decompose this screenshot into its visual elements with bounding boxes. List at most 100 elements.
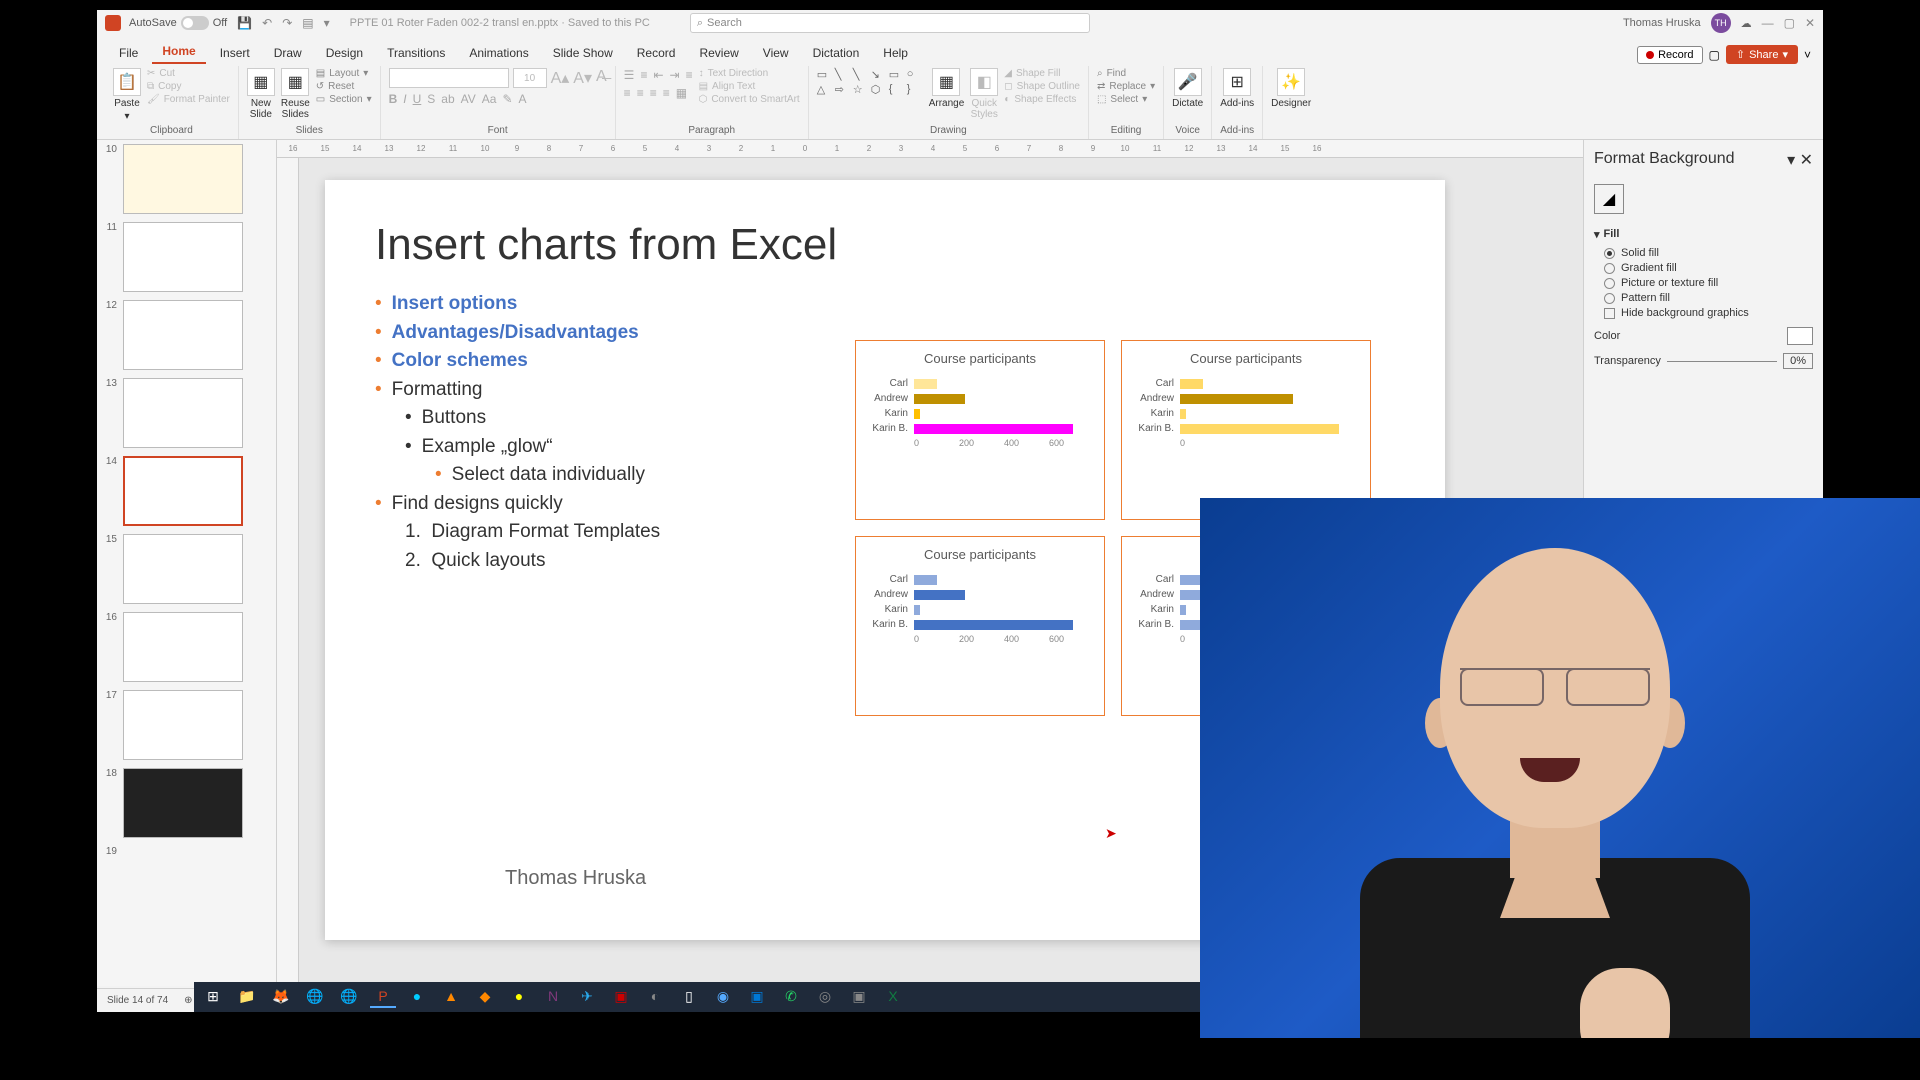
transparency-value[interactable]: 0% xyxy=(1783,353,1813,369)
onenote-icon[interactable]: N xyxy=(540,986,566,1008)
format-painter-button[interactable]: 🖌Format Painter xyxy=(147,94,230,105)
app4-icon[interactable]: ▣ xyxy=(608,986,634,1008)
clear-format-icon[interactable]: A̶ xyxy=(596,68,607,88)
radio-gradient[interactable]: Gradient fill xyxy=(1604,262,1813,274)
italic-icon[interactable]: I xyxy=(403,92,406,106)
thumbnail-11[interactable] xyxy=(123,222,243,292)
shape-outline-button[interactable]: ◻Shape Outline xyxy=(1004,81,1080,92)
spacing-icon[interactable]: AV xyxy=(461,92,476,106)
app5-icon[interactable]: ◐ xyxy=(642,986,668,1008)
font-name-input[interactable] xyxy=(389,68,509,88)
shape-star-icon[interactable]: ☆ xyxy=(853,83,869,96)
dictate-button[interactable]: 🎤Dictate xyxy=(1172,68,1203,109)
tab-insert[interactable]: Insert xyxy=(210,42,260,64)
numbering-icon[interactable]: ≡ xyxy=(640,68,647,82)
align-center-icon[interactable]: ≡ xyxy=(637,86,644,100)
font-size-input[interactable] xyxy=(513,68,547,88)
record-button[interactable]: Record xyxy=(1637,46,1702,64)
whatsapp-icon[interactable]: ✆ xyxy=(778,986,804,1008)
thumbnail-16[interactable] xyxy=(123,612,243,682)
underline-icon[interactable]: U xyxy=(413,92,422,106)
close-icon[interactable]: ✕ xyxy=(1800,152,1813,169)
highlight-icon[interactable]: ✎ xyxy=(502,92,512,106)
text-direction-button[interactable]: ↕Text Direction xyxy=(699,68,800,79)
tab-home[interactable]: Home xyxy=(152,40,205,64)
grow-font-icon[interactable]: A▴ xyxy=(551,68,570,88)
find-button[interactable]: ⌕Find xyxy=(1097,68,1155,79)
maximize-icon[interactable]: ▢ xyxy=(1784,16,1795,30)
mini-chart-1[interactable]: Course participantsCarlAndrewKarinKarin … xyxy=(1121,340,1371,520)
explorer-icon[interactable]: 📁 xyxy=(234,986,260,1008)
tab-animations[interactable]: Animations xyxy=(459,42,538,64)
shadow-icon[interactable]: ab xyxy=(441,92,454,106)
tab-draw[interactable]: Draw xyxy=(264,42,312,64)
addins-button[interactable]: ⊞Add-ins xyxy=(1220,68,1254,109)
paste-button[interactable]: 📋Paste▾ xyxy=(113,68,141,122)
justify-icon[interactable]: ≡ xyxy=(663,86,670,100)
tab-slideshow[interactable]: Slide Show xyxy=(543,42,623,64)
bold-icon[interactable]: B xyxy=(389,92,398,106)
undo-icon[interactable]: ↶ xyxy=(262,16,272,30)
select-button[interactable]: ⬚Select▾ xyxy=(1097,94,1155,105)
shrink-font-icon[interactable]: A▾ xyxy=(573,68,592,88)
bullets-icon[interactable]: ☰ xyxy=(624,68,635,82)
search-input[interactable]: ⌕ Search xyxy=(690,13,1090,33)
shape-effects-button[interactable]: ◐Shape Effects xyxy=(1004,94,1080,105)
tab-transitions[interactable]: Transitions xyxy=(377,42,455,64)
mini-chart-2[interactable]: Course participantsCarlAndrewKarinKarin … xyxy=(855,536,1105,716)
share-button[interactable]: ⇧Share▾ xyxy=(1726,45,1798,64)
app-icon[interactable]: ● xyxy=(404,986,430,1008)
redo-icon[interactable]: ↷ xyxy=(282,16,292,30)
radio-picture[interactable]: Picture or texture fill xyxy=(1604,277,1813,289)
columns-icon[interactable]: ▦ xyxy=(676,86,687,100)
thumbnail-panel[interactable]: 10 11 12 13 14 15 16 17 18 19 xyxy=(97,140,277,986)
radio-pattern[interactable]: Pattern fill xyxy=(1604,292,1813,304)
app3-icon[interactable]: ● xyxy=(506,986,532,1008)
minimize-icon[interactable]: — xyxy=(1762,16,1774,30)
cut-button[interactable]: ✂Cut xyxy=(147,68,230,79)
layout-button[interactable]: ▤Layout▾ xyxy=(316,68,372,79)
present-icon[interactable]: ▢ xyxy=(1709,48,1720,62)
tab-record[interactable]: Record xyxy=(627,42,686,64)
tab-help[interactable]: Help xyxy=(873,42,918,64)
thumbnail-12[interactable] xyxy=(123,300,243,370)
avatar[interactable]: TH xyxy=(1711,13,1731,33)
fill-tab-icon[interactable]: ◢ xyxy=(1594,184,1624,214)
shape-hex-icon[interactable]: ⬡ xyxy=(871,83,887,96)
slide-counter[interactable]: Slide 14 of 74 xyxy=(107,995,168,1006)
copy-button[interactable]: ⧉Copy xyxy=(147,81,230,92)
shape-rect2-icon[interactable]: ▭ xyxy=(889,68,905,81)
collapse-ribbon-icon[interactable]: ˅ xyxy=(1804,48,1811,62)
indent-inc-icon[interactable]: ⇥ xyxy=(670,68,680,82)
indent-dec-icon[interactable]: ⇤ xyxy=(653,68,663,82)
shape-brace-icon[interactable]: { xyxy=(889,83,905,96)
thumbnail-10[interactable] xyxy=(123,144,243,214)
chevron-down-icon[interactable]: ▾ xyxy=(124,111,129,122)
app7-icon[interactable]: ▣ xyxy=(744,986,770,1008)
slide-title[interactable]: Insert charts from Excel xyxy=(375,220,1395,270)
align-left-icon[interactable]: ≡ xyxy=(624,86,631,100)
shape-line2-icon[interactable]: ╲ xyxy=(853,68,869,81)
transparency-slider[interactable] xyxy=(1667,361,1777,362)
reuse-slides-button[interactable]: ▦Reuse Slides xyxy=(281,68,310,120)
line-spacing-icon[interactable]: ≡ xyxy=(686,68,693,82)
radio-solid[interactable]: Solid fill xyxy=(1604,247,1813,259)
quick-styles-button[interactable]: ◧Quick Styles xyxy=(970,68,998,120)
arrange-button[interactable]: ▦Arrange xyxy=(929,68,965,109)
shape-brace2-icon[interactable]: } xyxy=(907,83,923,96)
notepad-icon[interactable]: ▯ xyxy=(676,986,702,1008)
strike-icon[interactable]: S xyxy=(427,92,435,106)
new-slide-button[interactable]: ▦New Slide xyxy=(247,68,275,120)
cloud-icon[interactable]: ☁ xyxy=(1741,17,1752,30)
app2-icon[interactable]: ◆ xyxy=(472,986,498,1008)
chrome-icon[interactable]: 🌐 xyxy=(302,986,328,1008)
tab-dictation[interactable]: Dictation xyxy=(803,42,870,64)
autosave-toggle[interactable]: AutoSave Off xyxy=(129,16,227,30)
thumbnail-13[interactable] xyxy=(123,378,243,448)
chevron-down-icon[interactable]: ▾ xyxy=(1787,152,1795,169)
toggle-switch[interactable] xyxy=(181,16,209,30)
shape-tri-icon[interactable]: △ xyxy=(817,83,833,96)
tab-view[interactable]: View xyxy=(753,42,799,64)
shape-arrow2-icon[interactable]: ⇨ xyxy=(835,83,851,96)
align-right-icon[interactable]: ≡ xyxy=(650,86,657,100)
